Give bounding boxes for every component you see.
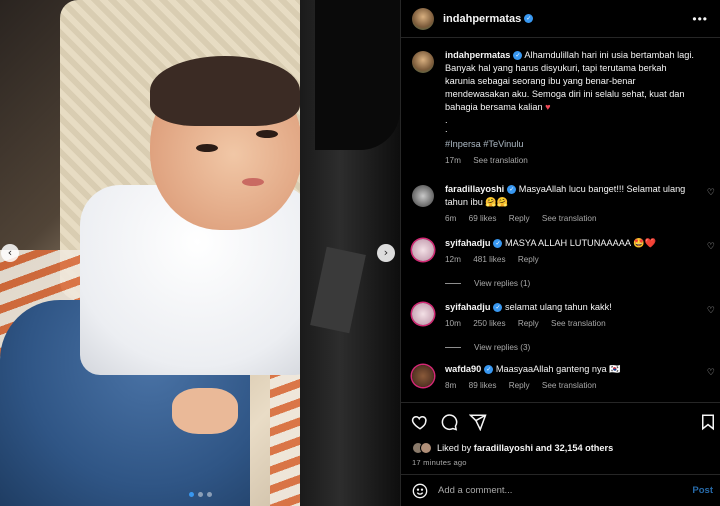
comments-list[interactable]: indahpermatas ✓ Alhamdulillah hari ini us…	[401, 39, 720, 401]
comment-item: syifahadju ✓ selamat ulang tahun kakk! 10…	[401, 301, 720, 330]
comment-meta: 10m 250 likes Reply See translation	[445, 317, 697, 330]
author-avatar[interactable]	[412, 7, 434, 30]
carousel-dots	[189, 492, 212, 497]
baby-mouth	[242, 178, 264, 186]
see-translation-link[interactable]: See translation	[542, 214, 597, 223]
caption-dots: . .	[445, 115, 448, 134]
comment-meta: 6m 69 likes Reply See translation	[445, 212, 697, 225]
comment-input[interactable]	[438, 485, 693, 496]
post-actions: Liked by faradillayoshi and 32,154 other…	[401, 402, 720, 467]
verified-badge-icon: ✓	[493, 303, 503, 312]
liker-avatars	[412, 442, 432, 454]
commenter-username[interactable]: faradillayoshi	[445, 184, 504, 194]
like-comment-heart-icon[interactable]: ♡	[707, 367, 715, 380]
verified-badge-icon: ✓	[484, 365, 494, 374]
liked-by-username[interactable]: faradillayoshi	[474, 443, 533, 453]
comment-text: selamat ulang tahun kakk!	[505, 302, 612, 312]
see-translation-link[interactable]: See translation	[473, 156, 528, 165]
carousel-dot	[198, 492, 203, 497]
post-timestamp[interactable]: 17 minutes ago	[401, 458, 720, 467]
liked-by-others[interactable]: and 32,154 others	[536, 443, 614, 453]
caption-username[interactable]: indahpermatas	[445, 50, 510, 60]
baby-eye-left	[196, 144, 218, 152]
view-replies-button[interactable]: View replies (3)	[401, 343, 720, 352]
share-send-icon[interactable]	[468, 413, 487, 432]
author-username[interactable]: indahpermatas	[443, 13, 521, 25]
add-comment-bar: Post	[401, 474, 720, 506]
baby-hand	[172, 388, 238, 434]
caption-hashtags[interactable]: #Inpersa #TeVinulu	[445, 138, 697, 151]
comment-time: 12m	[445, 255, 461, 264]
commenter-username[interactable]: syifahadju	[445, 238, 490, 248]
post-comment-button[interactable]: Post	[692, 485, 713, 496]
divider-line	[445, 283, 461, 284]
like-comment-heart-icon[interactable]: ♡	[707, 187, 715, 200]
baby-hair	[150, 56, 300, 126]
bookmark-save-icon[interactable]	[699, 413, 717, 431]
reply-button[interactable]: Reply	[509, 381, 530, 390]
caption: indahpermatas ✓ Alhamdulillah hari ini us…	[401, 49, 720, 167]
post-detail-panel: indahpermatas ✓ ••• indahpermatas ✓ Alham…	[400, 0, 720, 506]
emoji-smiley-icon[interactable]	[412, 483, 428, 499]
action-icons	[401, 403, 720, 441]
heart-emoji-icon: ♥	[545, 102, 551, 112]
view-replies-button[interactable]: View replies (1)	[401, 279, 720, 288]
post-image[interactable]: ‹ ›	[0, 0, 400, 506]
comment-likes[interactable]: 89 likes	[469, 381, 497, 390]
carousel-dot	[189, 492, 194, 497]
comment-time: 8m	[445, 381, 457, 390]
comment-item: syifahadju ✓ MASYA ALLAH LUTUNAAAAA 🤩❤️ 1…	[401, 237, 720, 266]
divider-line	[445, 347, 461, 348]
liker-avatar	[420, 442, 432, 454]
like-heart-icon[interactable]	[411, 413, 429, 431]
commenter-username[interactable]: syifahadju	[445, 302, 490, 312]
comment-time: 6m	[445, 214, 457, 223]
see-translation-link[interactable]: See translation	[551, 319, 606, 328]
reply-button[interactable]: Reply	[518, 319, 539, 328]
view-replies-label: View replies (3)	[474, 343, 531, 352]
comment-likes[interactable]: 250 likes	[473, 319, 505, 328]
commenter-avatar[interactable]	[412, 303, 434, 325]
like-comment-heart-icon[interactable]: ♡	[707, 241, 715, 254]
commenter-avatar[interactable]	[412, 185, 434, 207]
comment-meta: 8m 89 likes Reply See translation	[445, 379, 697, 392]
commenter-username[interactable]: wafda90	[445, 364, 481, 374]
verified-badge-icon: ✓	[524, 14, 534, 23]
next-image-button[interactable]: ›	[377, 244, 395, 262]
stroller-arm	[315, 0, 400, 150]
previous-image-button[interactable]: ‹	[1, 244, 19, 262]
liked-by-summary: Liked by faradillayoshi and 32,154 other…	[401, 441, 720, 455]
commenter-avatar[interactable]	[412, 365, 434, 387]
caption-time: 17m	[445, 156, 461, 165]
comment-likes[interactable]: 481 likes	[473, 255, 505, 264]
comment-text: MASYA ALLAH LUTUNAAAAA 🤩❤️	[505, 238, 656, 248]
post-header: indahpermatas ✓ •••	[401, 0, 720, 38]
reply-button[interactable]: Reply	[509, 214, 530, 223]
comment-time: 10m	[445, 319, 461, 328]
baby-eye-right	[256, 130, 278, 138]
see-translation-link[interactable]: See translation	[542, 381, 597, 390]
carousel-dot	[207, 492, 212, 497]
comment-item: wafda90 ✓ MaasyaaAllah ganteng nya 🇰🇷 8m …	[401, 363, 720, 392]
comment-item: faradillayoshi ✓ MasyaAllah lucu banget!!…	[401, 183, 720, 225]
caption-avatar[interactable]	[412, 51, 434, 73]
verified-badge-icon: ✓	[493, 239, 503, 248]
comment-likes[interactable]: 69 likes	[469, 214, 497, 223]
liked-by-prefix: Liked by	[437, 443, 472, 453]
comment-meta: 12m 481 likes Reply	[445, 253, 697, 266]
comment-bubble-icon[interactable]	[440, 413, 458, 431]
commenter-avatar[interactable]	[412, 239, 434, 261]
reply-button[interactable]: Reply	[518, 255, 539, 264]
more-options-icon[interactable]: •••	[692, 12, 708, 26]
verified-badge-icon: ✓	[507, 185, 517, 194]
comment-text: MaasyaaAllah ganteng nya 🇰🇷	[495, 364, 621, 374]
view-replies-label: View replies (1)	[474, 279, 531, 288]
caption-meta: 17m See translation	[445, 154, 697, 167]
verified-badge-icon: ✓	[513, 51, 523, 60]
like-comment-heart-icon[interactable]: ♡	[707, 305, 715, 318]
